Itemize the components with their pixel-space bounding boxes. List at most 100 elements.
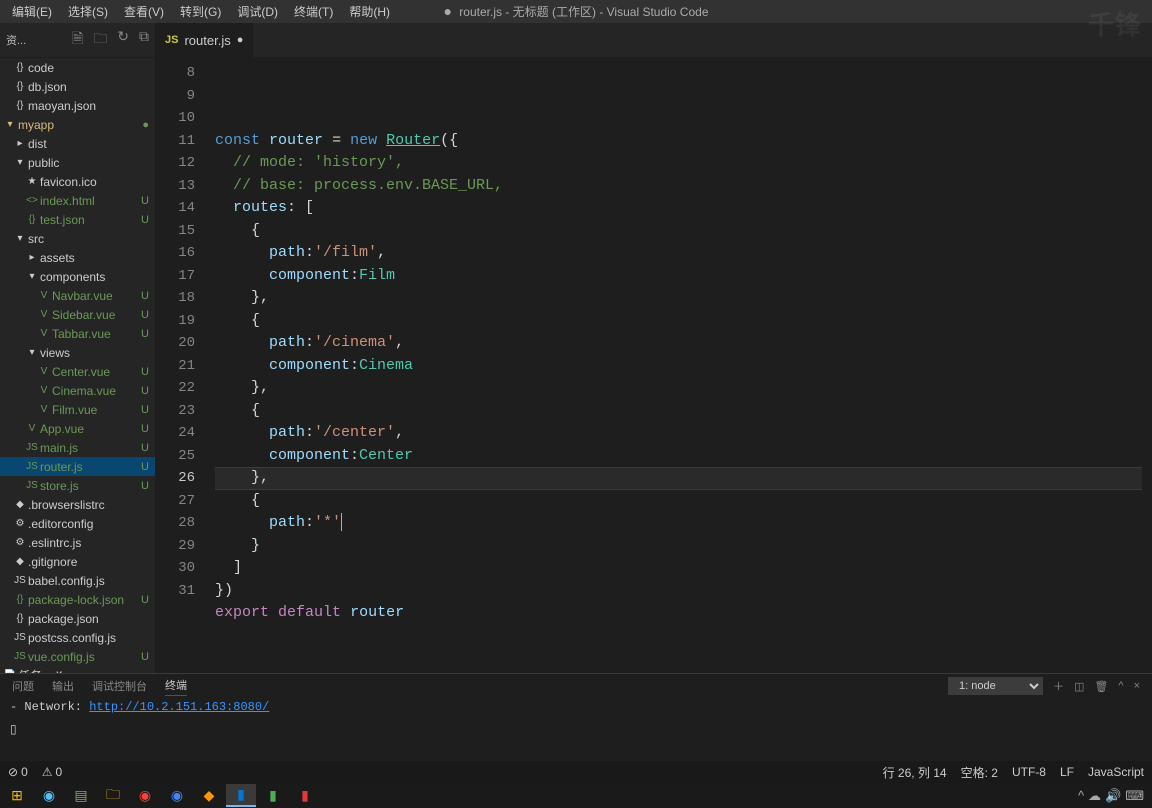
status-linecol[interactable]: 行 26, 列 14 <box>883 764 947 781</box>
tree-item[interactable]: ◆.gitignore <box>0 552 155 571</box>
tab-label: router.js <box>184 33 230 48</box>
tree-item[interactable]: VApp.vueU <box>0 419 155 438</box>
terminal-tab[interactable]: 调试控制台 <box>92 678 147 694</box>
tree-label: db.json <box>28 80 67 94</box>
status-warnings[interactable]: ⚠ 0 <box>42 765 62 779</box>
tray-icon[interactable]: 🔊 <box>1105 788 1121 804</box>
file-icon: ▸ <box>12 138 28 149</box>
tree-item[interactable]: ▾views <box>0 343 155 362</box>
tree-label: store.js <box>40 479 79 493</box>
tree-item[interactable]: JSbabel.config.js <box>0 571 155 590</box>
taskbar-chrome[interactable]: ◉ <box>162 784 192 807</box>
tree-item[interactable]: JSmain.jsU <box>0 438 155 457</box>
tree-item[interactable]: {}db.json <box>0 77 155 96</box>
menubar-item[interactable]: 帮助(H) <box>341 1 398 22</box>
tree-item[interactable]: ▸dist <box>0 134 155 153</box>
explorer-actions: 资... 🗎 🗀 ↻ ⧉ <box>0 28 155 52</box>
tree-item[interactable]: VTabbar.vueU <box>0 324 155 343</box>
menubar-item[interactable]: 编辑(E) <box>4 1 60 22</box>
code-editor[interactable]: 8910111213141516171819202122232425262728… <box>155 58 1152 673</box>
tree-item[interactable]: ⚙.eslintrc.js <box>0 533 155 552</box>
tree-item[interactable]: JSpostcss.config.js <box>0 628 155 647</box>
tree-item[interactable]: VFilm.vueU <box>0 400 155 419</box>
status-encoding[interactable]: UTF-8 <box>1012 765 1046 779</box>
file-icon: ▾ <box>12 233 28 244</box>
menubar-item[interactable]: 调试(D) <box>229 1 286 22</box>
minimap[interactable] <box>1142 58 1152 673</box>
editor-tabs: JS router.js ● <box>155 23 254 58</box>
git-status: U <box>141 309 149 321</box>
status-eol[interactable]: LF <box>1060 765 1074 779</box>
taskbar-explorer[interactable]: 🗀 <box>98 784 128 807</box>
menubar-item[interactable]: 转到(G) <box>172 1 229 22</box>
terminal-tab[interactable]: 终端 <box>165 677 187 696</box>
taskbar-vscode[interactable]: ▮ <box>226 784 256 807</box>
terminal-panel: 问题 输出 调试控制台 终端 1: node ＋ ◫ 🗑 ^ × - Network:… <box>0 673 1152 761</box>
taskbar-app-4[interactable]: ▮ <box>258 784 288 807</box>
collapse-icon[interactable]: ⧉ <box>139 28 149 52</box>
file-icon: 📄 <box>2 670 18 673</box>
tree-item[interactable]: JSstore.jsU <box>0 476 155 495</box>
taskbar-app-3[interactable]: ◉ <box>130 784 160 807</box>
status-errors[interactable]: ⊘ 0 <box>8 765 28 779</box>
tree-item[interactable]: ★favicon.ico <box>0 172 155 191</box>
git-status: U <box>141 366 149 378</box>
tree-item[interactable]: {}package-lock.jsonU <box>0 590 155 609</box>
status-language[interactable]: JavaScript <box>1088 765 1144 779</box>
tree-item[interactable]: ▾src <box>0 229 155 248</box>
code-area[interactable]: const router = new Router({ // mode: 'hi… <box>215 58 1142 673</box>
tree-item[interactable]: {}package.json <box>0 609 155 628</box>
tab-router-js[interactable]: JS router.js ● <box>155 23 254 58</box>
trash-icon[interactable]: 🗑 <box>1094 680 1108 693</box>
tree-item[interactable]: {}code <box>0 58 155 77</box>
taskbar-app-1[interactable]: ◉ <box>34 784 64 807</box>
menubar-item[interactable]: 终端(T) <box>286 1 341 22</box>
terminal-tab[interactable]: 输出 <box>52 678 74 694</box>
terminal-select[interactable]: 1: node <box>948 677 1043 695</box>
tray-icon[interactable]: ☁ <box>1088 788 1101 804</box>
tree-item[interactable]: VCenter.vueU <box>0 362 155 381</box>
new-folder-icon[interactable]: 🗀 <box>93 28 107 52</box>
tree-label: index.html <box>40 194 95 208</box>
terminal-output[interactable]: - Network: http://10.2.151.163:8080/ ▯ <box>0 698 1152 761</box>
tray-icon[interactable]: ^ <box>1078 788 1084 804</box>
tree-item[interactable]: ▸assets <box>0 248 155 267</box>
refresh-icon[interactable]: ↻ <box>117 28 129 52</box>
file-icon: {} <box>12 62 28 73</box>
tree-item[interactable]: {}maoyan.json <box>0 96 155 115</box>
tree-label: Navbar.vue <box>52 289 113 303</box>
terminal-url[interactable]: http://10.2.151.163:8080/ <box>89 700 269 714</box>
taskbar-start[interactable]: ⊞ <box>2 784 32 807</box>
tree-item[interactable]: JSvue.config.jsU <box>0 647 155 666</box>
taskbar-app-2[interactable]: ▤ <box>66 784 96 807</box>
tree-item[interactable]: {}test.jsonU <box>0 210 155 229</box>
explorer-sidebar[interactable]: {}code{}db.json{}maoyan.json▾myapp●▸dist… <box>0 58 155 673</box>
file-icon: ★ <box>24 176 40 187</box>
tree-item[interactable]: JSrouter.jsU <box>0 457 155 476</box>
maximize-icon[interactable]: ^ <box>1118 680 1123 692</box>
tree-item[interactable]: ▾myapp● <box>0 115 155 134</box>
tree-item[interactable]: ◆.browserslistrc <box>0 495 155 514</box>
tree-item[interactable]: ⚙.editorconfig <box>0 514 155 533</box>
taskbar-sublime[interactable]: ◆ <box>194 784 224 807</box>
menubar-item[interactable]: 选择(S) <box>60 1 116 22</box>
tray-icon[interactable]: ⌨ <box>1125 788 1144 804</box>
menubar-item[interactable]: 查看(V) <box>116 1 172 22</box>
status-indent[interactable]: 空格: 2 <box>961 764 998 781</box>
close-panel-icon[interactable]: × <box>1134 680 1140 692</box>
split-terminal-icon[interactable]: ◫ <box>1074 680 1084 693</box>
menubar-items: 编辑(E)选择(S)查看(V)转到(G)调试(D)终端(T)帮助(H) <box>4 1 398 22</box>
tree-item[interactable]: VNavbar.vueU <box>0 286 155 305</box>
tree-item[interactable]: VSidebar.vueU <box>0 305 155 324</box>
new-file-icon[interactable]: 🗎 <box>72 28 83 52</box>
taskbar-tray[interactable]: ^ ☁ 🔊 ⌨ <box>1078 788 1150 804</box>
tree-item[interactable]: ▾components <box>0 267 155 286</box>
new-terminal-icon[interactable]: ＋ <box>1053 678 1064 694</box>
tree-item[interactable]: <>index.htmlU <box>0 191 155 210</box>
tree-label: 任务.pdf <box>18 667 62 673</box>
tree-item[interactable]: VCinema.vueU <box>0 381 155 400</box>
tree-item[interactable]: 📄任务.pdf <box>0 666 155 673</box>
tree-item[interactable]: ▾public <box>0 153 155 172</box>
taskbar-app-5[interactable]: ▮ <box>290 784 320 807</box>
terminal-tab[interactable]: 问题 <box>12 678 34 694</box>
